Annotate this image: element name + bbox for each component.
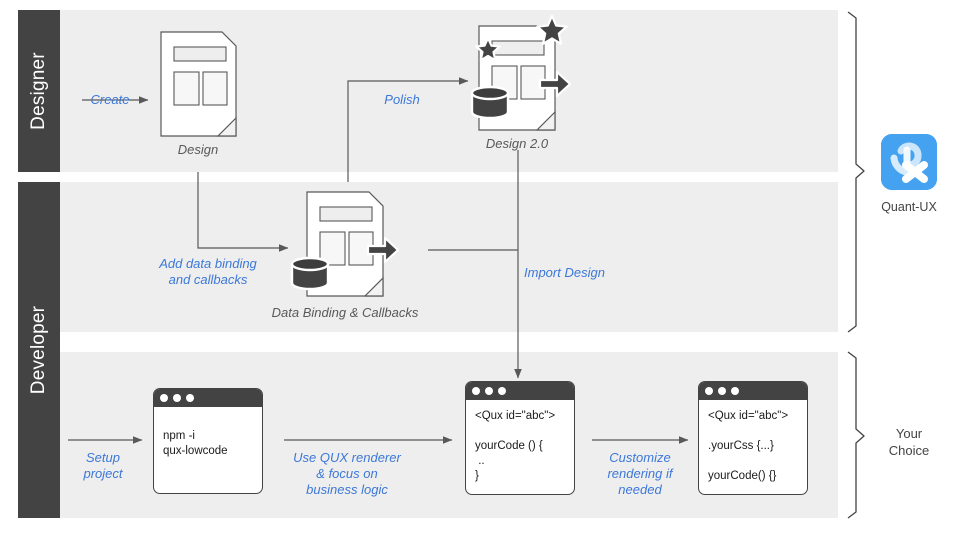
label-use-qux-line1: Use QUX renderer bbox=[293, 450, 401, 465]
window-titlebar bbox=[154, 389, 262, 407]
label-customize: Customize rendering if needed bbox=[584, 450, 696, 498]
diagram-canvas: Designer Developer Design Design 2.0 Dat… bbox=[0, 0, 960, 540]
window-dot-icon bbox=[173, 394, 181, 402]
label-setup-project: Setup project bbox=[66, 450, 140, 482]
label-use-qux: Use QUX renderer & focus on business log… bbox=[278, 450, 416, 498]
code-window-install[interactable]: npm -i qux-lowcode bbox=[153, 388, 263, 494]
label-add-data-binding: Add data binding and callbacks bbox=[140, 256, 276, 288]
bracket-quant-ux bbox=[847, 11, 865, 333]
code-window-component[interactable]: <Qux id="abc"> yourCode () { .. } bbox=[465, 381, 575, 495]
label-customize-line2: rendering if bbox=[607, 466, 673, 481]
connector-add-data-binding bbox=[197, 172, 289, 252]
caption-design-2: Design 2.0 bbox=[485, 136, 549, 151]
window-dot-icon bbox=[731, 387, 739, 395]
quant-ux-logo-glyph bbox=[881, 134, 937, 190]
window-dot-icon bbox=[705, 387, 713, 395]
code-text-customized: <Qux id="abc"> .yourCss {...} yourCode()… bbox=[708, 410, 789, 482]
window-dot-icon bbox=[498, 387, 506, 395]
window-titlebar bbox=[699, 382, 807, 400]
window-dot-icon bbox=[718, 387, 726, 395]
design-document-icon bbox=[160, 31, 237, 137]
label-customize-line1: Customize bbox=[609, 450, 671, 465]
label-setup-project-line1: Setup bbox=[86, 450, 120, 465]
bracket-label-your-choice-line2: Choice bbox=[888, 443, 930, 458]
label-customize-line3: needed bbox=[618, 482, 662, 497]
database-icon-databinding bbox=[290, 256, 330, 291]
window-dot-icon bbox=[485, 387, 493, 395]
quant-ux-logo-icon bbox=[881, 134, 937, 190]
data-binding-document-icon bbox=[290, 191, 400, 297]
bracket-label-your-choice-line1: Your bbox=[895, 426, 923, 441]
caption-design: Design bbox=[177, 142, 219, 157]
code-text-install: npm -i qux-lowcode bbox=[163, 430, 228, 457]
label-import-design: Import Design bbox=[524, 265, 605, 280]
window-titlebar bbox=[466, 382, 574, 400]
window-dot-icon bbox=[186, 394, 194, 402]
window-dot-icon bbox=[160, 394, 168, 402]
label-add-data-binding-line2: and callbacks bbox=[168, 272, 248, 287]
label-use-qux-line3: business logic bbox=[306, 482, 388, 497]
bracket-label-your-choice: Your Choice bbox=[859, 425, 959, 459]
label-setup-project-line2: project bbox=[83, 466, 123, 481]
label-create: Create bbox=[90, 92, 130, 107]
window-dot-icon bbox=[472, 387, 480, 395]
design-2-document-icon bbox=[470, 14, 572, 131]
label-polish: Polish bbox=[384, 92, 420, 107]
caption-data-binding: Data Binding & Callbacks bbox=[271, 305, 419, 320]
database-icon-design2 bbox=[470, 85, 510, 120]
code-window-customized[interactable]: <Qux id="abc"> .yourCss {...} yourCode()… bbox=[698, 381, 808, 495]
label-use-qux-line2: & focus on bbox=[316, 466, 378, 481]
label-add-data-binding-line1: Add data binding bbox=[159, 256, 257, 271]
code-text-component: <Qux id="abc"> yourCode () { .. } bbox=[475, 410, 556, 482]
bracket-label-quant-ux: Quant-UX bbox=[881, 200, 937, 214]
